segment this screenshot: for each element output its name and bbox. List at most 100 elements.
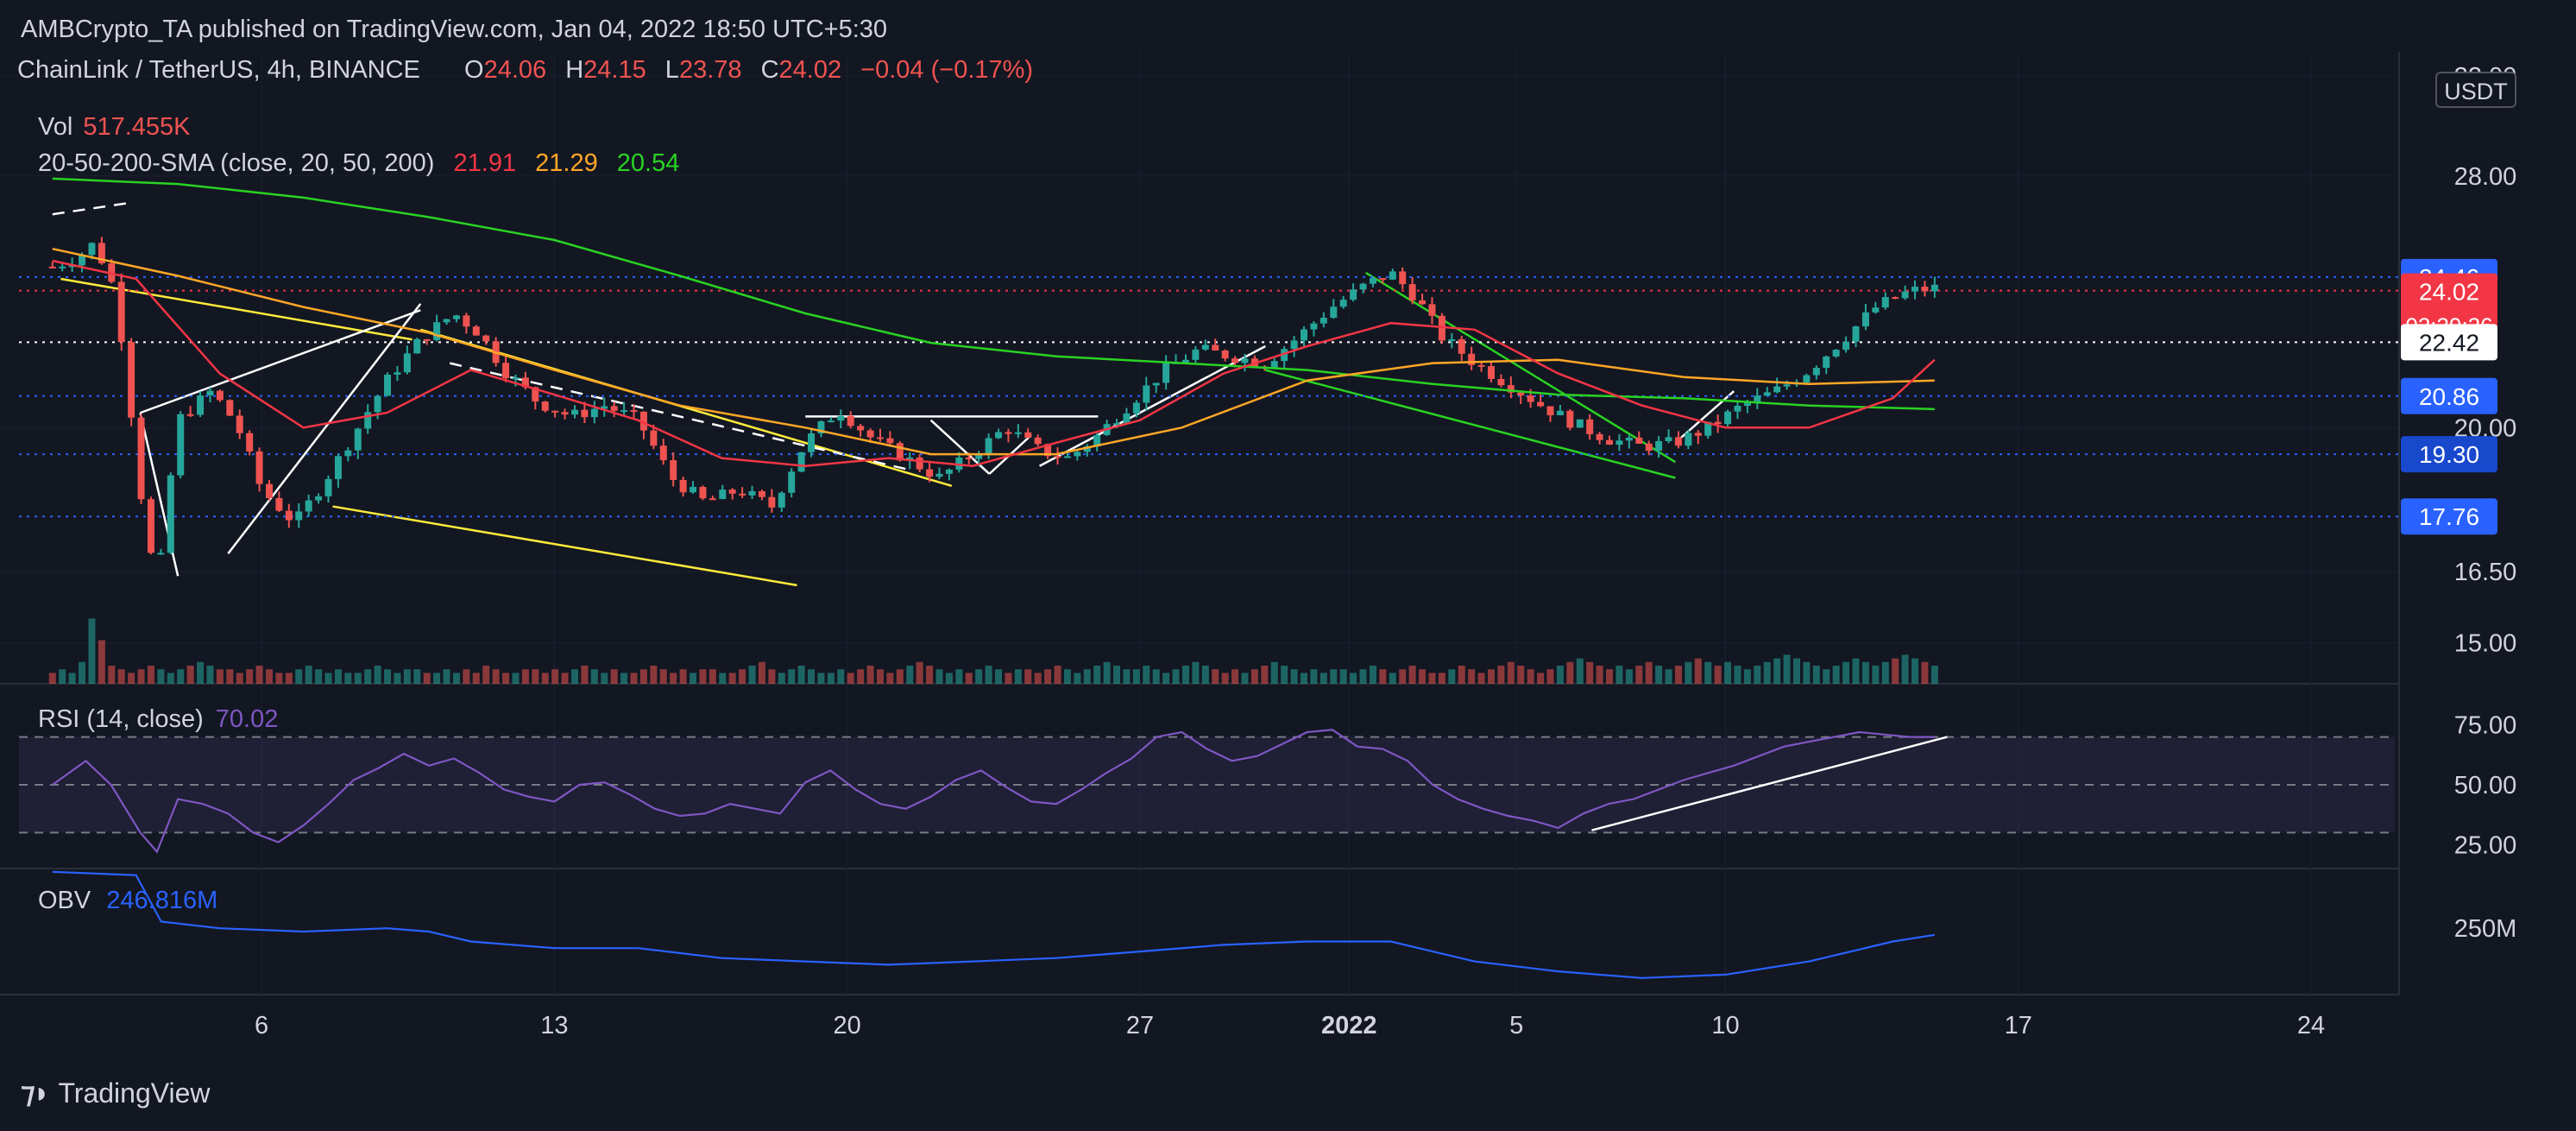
candle-body [1201,344,1209,350]
volume-bar [1103,661,1111,684]
candle-body [157,553,165,555]
open-value: 24.06 [484,56,547,84]
volume-bar [1527,669,1534,684]
candle-body [147,499,154,553]
volume-bar [1734,666,1741,684]
volume-bar [137,669,145,684]
candle-body [847,415,854,426]
candle-body [206,390,214,396]
candle-body [1458,338,1465,354]
candle-body [1350,289,1357,300]
candle-body [748,490,756,496]
volume-bar [1773,658,1781,684]
candle-body [1763,392,1771,396]
x-tick-label: 27 [1126,1012,1154,1039]
volume-bar [1635,666,1643,684]
volume-bar [679,669,687,684]
volume-bar [374,666,381,684]
candle-body [630,410,638,413]
footer-branding[interactable]: ⁊◗ TradingView [21,1076,211,1110]
volume-bar [1034,673,1042,684]
candle-body [472,326,480,336]
candle-body [1399,271,1407,285]
volume-bar [1221,673,1229,684]
volume-bar [906,666,914,684]
candle-body [1241,358,1249,363]
candle-body [1301,329,1308,341]
sma-lines [52,177,1936,467]
candle-body [1005,432,1012,434]
candle-body [255,451,263,484]
volume-bar [1537,673,1545,684]
candle-body [916,457,923,470]
candle-body [1655,440,1663,452]
volume-bar [384,669,392,684]
candle-body [305,500,312,512]
candle-body [866,430,874,438]
volume-bar [1113,666,1121,684]
volume-bars [48,618,1938,684]
volume-bar [551,669,559,684]
candle-body [995,432,1003,439]
currency-label: USDT [2444,79,2508,104]
volume-bar [443,669,450,684]
volume-bar [758,661,765,684]
volume-bar [1724,661,1732,684]
volume-bar [364,669,372,684]
volume-bar [955,669,963,684]
volume-bar [295,669,303,684]
volume-bar [837,669,845,684]
volume-bar [1674,666,1682,684]
volume-bar [581,666,589,684]
candle-body [827,420,835,423]
volume-bar [768,669,776,684]
candle-body [177,414,185,476]
volume-bar [778,673,785,684]
candle-body [1054,456,1061,458]
candle-body [59,266,66,269]
candle-body [463,315,470,327]
grid-lines [0,52,2400,995]
candle-body [935,473,943,477]
volume-bar [985,666,992,684]
candle-body [128,342,135,418]
volume-bar [1231,669,1239,684]
candle-body [561,412,569,415]
dashed-trendline [52,202,129,216]
volume-bar [1685,661,1692,684]
x-tick-label: 13 [540,1012,568,1039]
volume-bar [1743,669,1751,684]
close-value: 24.02 [779,56,842,84]
volume-bar [610,669,618,684]
volume-bar [1339,669,1347,684]
obv-label: OBV [38,887,91,914]
x-tick-label: 5 [1509,1012,1523,1039]
candle-body [1852,326,1860,342]
candle-body [1861,312,1869,327]
volume-bar [601,673,608,684]
candle-body [384,374,392,396]
volume-bar [344,673,352,684]
candle-body [1881,297,1889,308]
rsi-tick-label: 25.00 [2454,831,2517,859]
candle-body [433,322,441,340]
x-tick-label: 10 [1711,1012,1739,1039]
volume-bar [1359,669,1367,684]
volume-bar [945,673,953,684]
candle-body [1359,283,1367,290]
volume-bar [1852,658,1860,684]
volume-bar [866,666,874,684]
volume-bar [1468,669,1476,684]
sma-label: 20-50-200-SMA (close, 20, 50, 200) [38,149,434,177]
candle-body [1152,382,1160,386]
volume-bar [1861,661,1869,684]
trading-chart[interactable]: 61320272022510172432.0028.0020.0016.5015… [0,52,2576,1079]
volume-bar [452,673,460,684]
resistance-trendline [60,277,413,341]
volume-bar [1044,669,1052,684]
candle-body [1556,410,1564,415]
symbol-title: ChainLink / TetherUS, 4h, BINANCE [17,56,420,84]
volume-bar [68,673,76,684]
volume-bar [472,673,480,684]
publisher-header: AMBCrypto_TA published on TradingView.co… [21,16,888,43]
